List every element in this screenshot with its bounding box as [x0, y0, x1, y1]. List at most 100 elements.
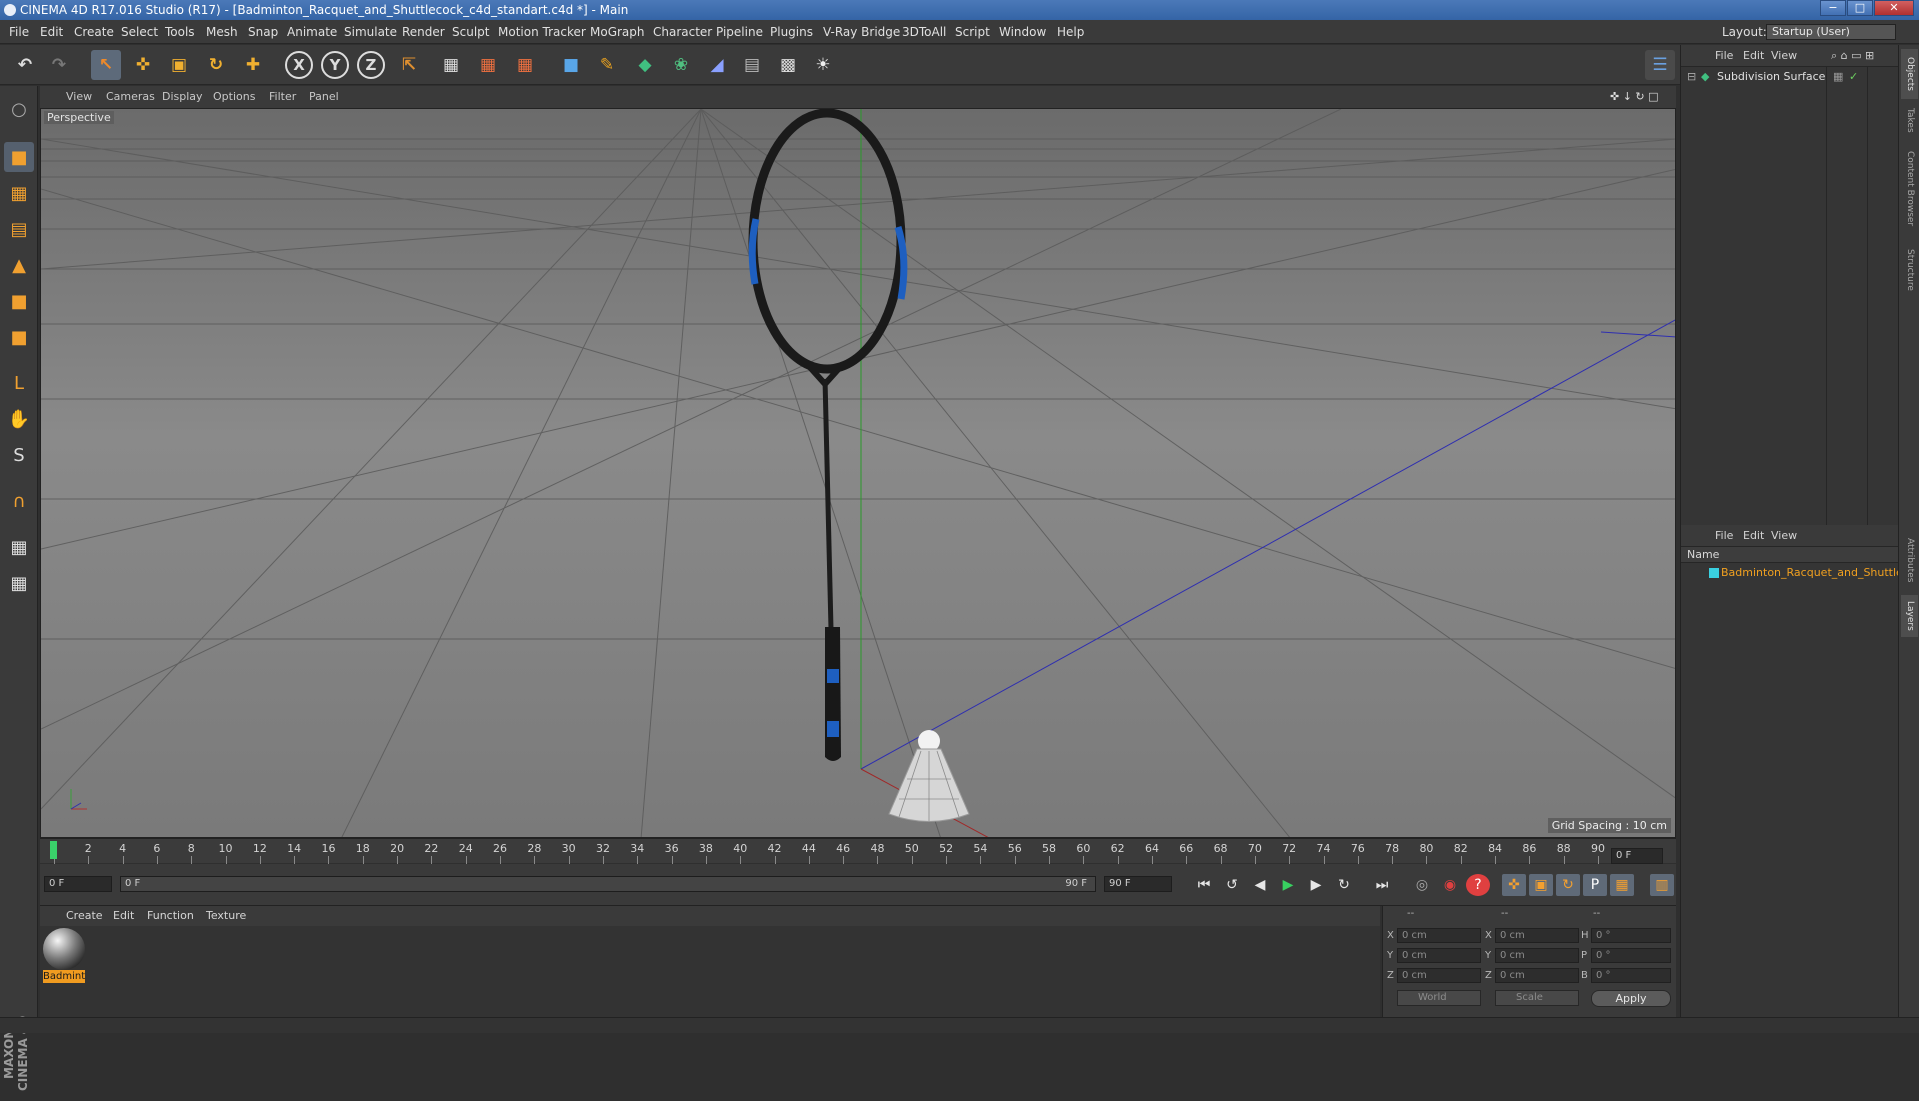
viewport-menu-display[interactable]: Display: [162, 86, 203, 108]
minimize-button[interactable]: −: [1820, 0, 1846, 16]
maximize-button[interactable]: □: [1847, 0, 1873, 16]
enabled-check-icon[interactable]: ✓: [1849, 69, 1858, 85]
menu-script[interactable]: Script: [955, 20, 990, 44]
menu-tools[interactable]: Tools: [165, 20, 195, 44]
go-to-end-icon[interactable]: ⏭: [1370, 874, 1394, 896]
start-frame-field[interactable]: 0 F: [44, 876, 112, 892]
select-tool-icon[interactable]: ↖: [91, 50, 121, 80]
viewport-menu-view[interactable]: View: [66, 86, 92, 108]
menu-plugins[interactable]: Plugins: [770, 20, 813, 44]
close-button[interactable]: ✕: [1874, 0, 1914, 16]
viewport-nav-icons[interactable]: ✜ ↓ ↻ □: [1610, 86, 1659, 108]
menu-select[interactable]: Select: [121, 20, 158, 44]
snap-icon[interactable]: S: [4, 440, 34, 470]
tab-takes[interactable]: Takes: [1901, 103, 1918, 137]
viewport-menu-filter[interactable]: Filter: [269, 86, 296, 108]
key-rotation-icon[interactable]: ↻: [1556, 874, 1580, 896]
z-axis-lock-icon[interactable]: Z: [357, 51, 385, 79]
rotate-tool-icon[interactable]: ↻: [201, 50, 231, 80]
menu-render[interactable]: Render: [402, 20, 445, 44]
expand-icon[interactable]: ⊟: [1687, 69, 1696, 85]
y-axis-lock-icon[interactable]: Y: [321, 51, 349, 79]
key-position-icon[interactable]: ✜: [1502, 874, 1526, 896]
menu-create[interactable]: Create: [74, 20, 114, 44]
rotation-p-field[interactable]: 0 °: [1591, 948, 1671, 963]
menu-snap[interactable]: Snap: [248, 20, 278, 44]
timeline-ruler[interactable]: 0246810121416182022242628303234363840424…: [40, 838, 1676, 864]
tab-content-browser[interactable]: Content Browser: [1901, 141, 1918, 237]
edges-mode-icon[interactable]: ■: [4, 286, 34, 316]
render-view-icon[interactable]: ▦: [436, 50, 466, 80]
tab-structure[interactable]: Structure: [1901, 241, 1918, 299]
multi-tool-icon[interactable]: ✚: [238, 50, 268, 80]
cloner-icon[interactable]: ❀: [666, 50, 696, 80]
render-picture-viewer-icon[interactable]: ▦: [473, 50, 503, 80]
rotation-h-field[interactable]: 0 °: [1591, 928, 1671, 943]
previous-key-icon[interactable]: ↺: [1220, 874, 1244, 896]
x-axis-lock-icon[interactable]: X: [285, 51, 313, 79]
size-z-field[interactable]: 0 cm: [1495, 968, 1579, 983]
polygons-mode-icon[interactable]: ■: [4, 322, 34, 352]
object-menu-view[interactable]: View: [1771, 45, 1797, 67]
python-icon[interactable]: ☰: [1645, 50, 1675, 80]
model-mode-icon[interactable]: ■: [4, 142, 34, 172]
key-parameter-icon[interactable]: P: [1583, 874, 1607, 896]
loop-icon[interactable]: ↻: [1332, 874, 1356, 896]
timeline-window-icon[interactable]: ▥: [1650, 874, 1674, 896]
camera-icon[interactable]: ▩: [773, 50, 803, 80]
points-mode-icon[interactable]: ▲: [4, 250, 34, 280]
material-menu-texture[interactable]: Texture: [206, 906, 246, 926]
texture-mode-icon[interactable]: ▦: [4, 178, 34, 208]
magnet-icon[interactable]: ∩: [4, 486, 34, 516]
tab-attributes[interactable]: Attributes: [1901, 529, 1918, 591]
range-slider[interactable]: 0 F 90 F: [120, 876, 1096, 892]
tab-layers[interactable]: Layers: [1901, 595, 1918, 637]
end-frame-field[interactable]: 90 F: [1104, 876, 1172, 892]
position-z-field[interactable]: 0 cm: [1397, 968, 1481, 983]
material-menu-create[interactable]: Create: [66, 906, 103, 926]
redo-icon[interactable]: ↷: [44, 50, 74, 80]
play-icon[interactable]: ▶: [1276, 874, 1300, 896]
viewport-menu-cameras[interactable]: Cameras: [106, 86, 155, 108]
object-row-subdivision-surface[interactable]: ⊟ ◆ Subdivision Surface ▦ ✓: [1681, 69, 1898, 85]
scale-tool-icon[interactable]: ▣: [164, 50, 194, 80]
position-x-field[interactable]: 0 cm: [1397, 928, 1481, 943]
autokey-icon[interactable]: ?: [1466, 874, 1490, 896]
material-thumbnail[interactable]: Badmint: [43, 928, 85, 984]
key-scale-icon[interactable]: ▣: [1529, 874, 1553, 896]
menu-3dtoall[interactable]: 3DToAll: [902, 20, 946, 44]
render-settings-icon[interactable]: ▦: [510, 50, 540, 80]
object-menu-edit[interactable]: Edit: [1743, 45, 1764, 67]
move-tool-icon[interactable]: ✜: [128, 50, 158, 80]
apply-button[interactable]: Apply: [1591, 990, 1671, 1007]
layer-row[interactable]: Badminton_Racquet_and_Shuttlecock: [1681, 565, 1898, 581]
layer-menu-edit[interactable]: Edit: [1743, 525, 1764, 547]
size-x-field[interactable]: 0 cm: [1495, 928, 1579, 943]
coordinate-system-icon[interactable]: ⇱: [394, 50, 424, 80]
menu-simulate[interactable]: Simulate: [344, 20, 397, 44]
layer-menu-file[interactable]: File: [1715, 525, 1733, 547]
key-pla-icon[interactable]: ▦: [1610, 874, 1634, 896]
menu-file[interactable]: File: [9, 20, 29, 44]
object-menu-file[interactable]: File: [1715, 45, 1733, 67]
visibility-icon[interactable]: ▦: [1833, 69, 1843, 85]
make-editable-icon[interactable]: ○: [4, 94, 34, 124]
subdivision-surface-icon[interactable]: ◆: [630, 50, 660, 80]
workplane-align-icon[interactable]: ▦: [4, 568, 34, 598]
layout-select[interactable]: Startup (User): [1766, 24, 1896, 40]
material-menu-edit[interactable]: Edit: [113, 906, 134, 926]
previous-frame-icon[interactable]: ◀: [1248, 874, 1272, 896]
menu-edit[interactable]: Edit: [40, 20, 63, 44]
floor-icon[interactable]: ▤: [737, 50, 767, 80]
perspective-viewport[interactable]: Perspective Grid Spacing : 10 cm: [40, 108, 1676, 838]
rotation-b-field[interactable]: 0 °: [1591, 968, 1671, 983]
menu-motion-tracker[interactable]: Motion Tracker: [498, 20, 586, 44]
viewport-menu-options[interactable]: Options: [213, 86, 255, 108]
viewport-menu-panel[interactable]: Panel: [309, 86, 339, 108]
tweak-mode-icon[interactable]: ✋: [4, 404, 34, 434]
go-to-start-icon[interactable]: ⏮: [1192, 874, 1216, 896]
axis-mode-icon[interactable]: L: [4, 368, 34, 398]
coordinate-system-dropdown[interactable]: World: [1397, 990, 1481, 1006]
playhead[interactable]: [50, 841, 57, 859]
position-y-field[interactable]: 0 cm: [1397, 948, 1481, 963]
